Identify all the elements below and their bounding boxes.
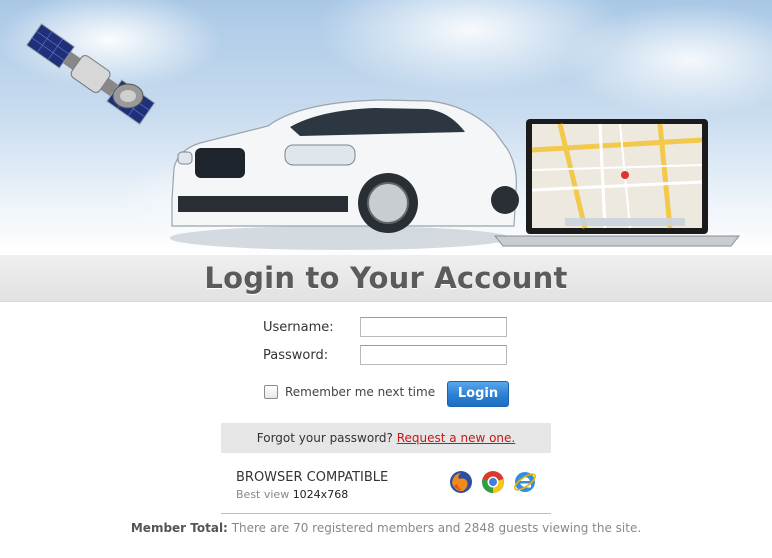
remember-label: Remember me next time: [285, 385, 436, 399]
member-total-text: There are 70 registered members and 2848…: [231, 521, 642, 535]
member-total: Member Total: There are 70 registered me…: [0, 521, 772, 535]
password-label: Password:: [263, 348, 329, 363]
divider: [221, 513, 551, 514]
compat-title: BROWSER COMPATIBLE: [236, 470, 389, 485]
title-band: Login to Your Account: [0, 255, 772, 302]
laptop-map-illustration: [493, 119, 741, 247]
firefox-icon: [450, 471, 472, 493]
request-new-password-link[interactable]: Request a new one.: [397, 431, 516, 445]
browser-compatibility: BROWSER COMPATIBLE Best view 1024x768: [236, 470, 551, 514]
forgot-password-text: Forgot your password?: [256, 431, 393, 445]
page-title: Login to Your Account: [204, 261, 568, 295]
remember-checkbox[interactable]: [264, 385, 278, 399]
login-button[interactable]: Login: [447, 381, 509, 407]
hero-illustration: [25, 23, 741, 250]
ie-icon: [514, 472, 536, 492]
hero-banner: [0, 0, 772, 255]
username-input[interactable]: [360, 317, 507, 337]
best-view-resolution: 1024x768: [292, 488, 349, 501]
car-illustration: [170, 99, 519, 250]
member-total-label: Member Total:: [130, 521, 228, 535]
username-label: Username:: [263, 320, 334, 335]
compat-subtitle: Best view 1024x768: [236, 488, 348, 501]
satellite-icon: [25, 23, 156, 125]
best-view-label: Best view: [236, 488, 290, 501]
password-input[interactable]: [360, 345, 507, 365]
forgot-password-bar: Forgot your password? Request a new one.: [221, 423, 551, 453]
chrome-icon: [482, 471, 504, 493]
